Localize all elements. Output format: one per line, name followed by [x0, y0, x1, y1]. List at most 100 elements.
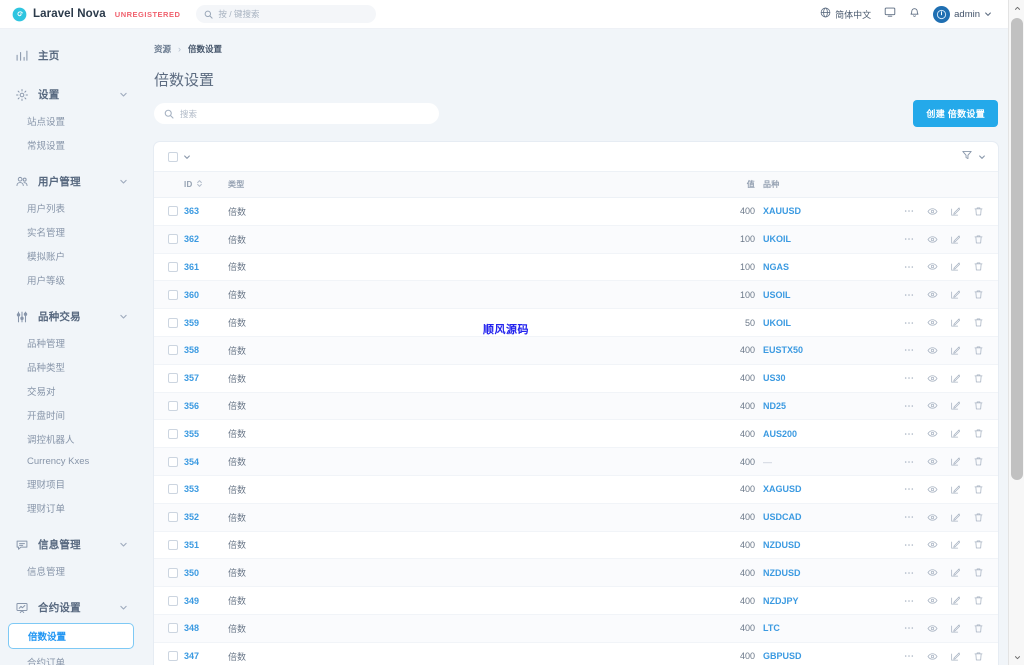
delete-icon[interactable]	[973, 651, 984, 662]
cell-id-link[interactable]: 360	[184, 290, 199, 300]
cell-id-link[interactable]: 348	[184, 623, 199, 633]
scroll-up-arrow-icon[interactable]	[1009, 0, 1024, 16]
sidebar-item-用户管理[interactable]: 用户管理	[0, 167, 140, 196]
row-checkbox[interactable]	[168, 484, 178, 494]
cell-id-link[interactable]: 357	[184, 373, 199, 383]
delete-icon[interactable]	[973, 428, 984, 439]
delete-icon[interactable]	[973, 512, 984, 523]
chevron-down-icon[interactable]	[119, 603, 128, 612]
view-icon[interactable]	[927, 206, 938, 217]
filter-icon[interactable]	[961, 148, 973, 166]
table-row[interactable]: 350倍数400NZDUSD	[154, 559, 998, 587]
delete-icon[interactable]	[973, 484, 984, 495]
sidebar-item-合约设置[interactable]: 合约设置	[0, 593, 140, 622]
edit-icon[interactable]	[950, 206, 961, 217]
edit-icon[interactable]	[950, 484, 961, 495]
row-checkbox[interactable]	[168, 623, 178, 633]
cell-id-link[interactable]: 355	[184, 429, 199, 439]
more-actions-icon[interactable]	[903, 595, 915, 607]
more-actions-icon[interactable]	[903, 456, 915, 468]
table-row[interactable]: 362倍数100UKOIL	[154, 225, 998, 253]
edit-icon[interactable]	[950, 234, 961, 245]
cell-id-link[interactable]: 356	[184, 401, 199, 411]
edit-icon[interactable]	[950, 623, 961, 634]
table-row[interactable]: 356倍数400ND25	[154, 392, 998, 420]
edit-icon[interactable]	[950, 345, 961, 356]
sidebar-item-站点设置[interactable]: 站点设置	[0, 109, 140, 133]
edit-icon[interactable]	[950, 651, 961, 662]
table-row[interactable]: 353倍数400XAGUSD	[154, 475, 998, 503]
table-row[interactable]: 354倍数400—	[154, 448, 998, 476]
more-actions-icon[interactable]	[903, 289, 915, 301]
table-row[interactable]: 347倍数400GBPUSD	[154, 642, 998, 665]
view-icon[interactable]	[927, 373, 938, 384]
scrollbar-thumb[interactable]	[1011, 18, 1023, 480]
cell-symbol-link[interactable]: NZDUSD	[763, 568, 801, 578]
cell-symbol-link[interactable]: AUS200	[763, 429, 797, 439]
edit-icon[interactable]	[950, 317, 961, 328]
resource-search-input[interactable]: 搜索	[154, 103, 439, 124]
table-row[interactable]: 349倍数400NZDJPY	[154, 587, 998, 615]
more-actions-icon[interactable]	[903, 400, 915, 412]
sidebar-item-品种管理[interactable]: 品种管理	[0, 331, 140, 355]
cell-id-link[interactable]: 361	[184, 262, 199, 272]
table-row[interactable]: 352倍数400USDCAD	[154, 503, 998, 531]
sidebar-item-信息管理[interactable]: 信息管理	[0, 530, 140, 559]
delete-icon[interactable]	[973, 456, 984, 467]
view-icon[interactable]	[927, 512, 938, 523]
row-checkbox[interactable]	[168, 318, 178, 328]
cell-symbol-link[interactable]: NGAS	[763, 262, 789, 272]
table-row[interactable]: 359倍数50UKOIL	[154, 309, 998, 337]
edit-icon[interactable]	[950, 539, 961, 550]
sidebar-item-交易对[interactable]: 交易对	[0, 379, 140, 403]
more-actions-icon[interactable]	[903, 233, 915, 245]
table-row[interactable]: 358倍数400EUSTX50	[154, 336, 998, 364]
view-icon[interactable]	[927, 317, 938, 328]
edit-icon[interactable]	[950, 289, 961, 300]
view-icon[interactable]	[927, 234, 938, 245]
brand[interactable]: Laravel Nova UNREGISTERED	[12, 7, 180, 22]
cell-symbol-link[interactable]: USOIL	[763, 290, 791, 300]
cell-symbol-link[interactable]: EUSTX50	[763, 345, 803, 355]
table-row[interactable]: 355倍数400AUS200	[154, 420, 998, 448]
chevron-down-icon[interactable]	[119, 177, 128, 186]
edit-icon[interactable]	[950, 456, 961, 467]
cell-id-link[interactable]: 362	[184, 234, 199, 244]
language-switcher[interactable]: 简体中文	[820, 5, 871, 23]
scroll-down-arrow-icon[interactable]	[1009, 649, 1024, 665]
table-row[interactable]: 348倍数400LTC	[154, 614, 998, 642]
create-resource-button[interactable]: 创建 倍数设置	[913, 100, 998, 127]
view-icon[interactable]	[927, 651, 938, 662]
sidebar-item-理财项目[interactable]: 理财项目	[0, 472, 140, 496]
row-checkbox[interactable]	[168, 457, 178, 467]
edit-icon[interactable]	[950, 261, 961, 272]
view-icon[interactable]	[927, 400, 938, 411]
table-row[interactable]: 357倍数400US30	[154, 364, 998, 392]
row-checkbox[interactable]	[168, 512, 178, 522]
column-value[interactable]: 值	[478, 172, 763, 198]
column-symbol[interactable]: 品种	[763, 172, 873, 198]
chevron-down-icon[interactable]	[183, 153, 191, 161]
more-actions-icon[interactable]	[903, 483, 915, 495]
view-icon[interactable]	[927, 595, 938, 606]
screen-button[interactable]	[884, 5, 896, 23]
table-row[interactable]: 360倍数100USOIL	[154, 281, 998, 309]
delete-icon[interactable]	[973, 595, 984, 606]
delete-icon[interactable]	[973, 400, 984, 411]
more-actions-icon[interactable]	[903, 261, 915, 273]
table-row[interactable]: 363倍数400XAUUSD	[154, 198, 998, 226]
cell-id-link[interactable]: 347	[184, 651, 199, 661]
more-actions-icon[interactable]	[903, 428, 915, 440]
more-actions-icon[interactable]	[903, 567, 915, 579]
breadcrumb-root[interactable]: 资源	[154, 43, 171, 55]
edit-icon[interactable]	[950, 567, 961, 578]
edit-icon[interactable]	[950, 400, 961, 411]
cell-id-link[interactable]: 350	[184, 568, 199, 578]
sidebar-item-倍数设置[interactable]: 倍数设置	[8, 623, 134, 649]
row-checkbox[interactable]	[168, 596, 178, 606]
cell-id-link[interactable]: 359	[184, 318, 199, 328]
sidebar-item-实名管理[interactable]: 实名管理	[0, 220, 140, 244]
delete-icon[interactable]	[973, 234, 984, 245]
user-menu[interactable]: admin	[933, 5, 992, 23]
cell-symbol-link[interactable]: XAGUSD	[763, 484, 802, 494]
